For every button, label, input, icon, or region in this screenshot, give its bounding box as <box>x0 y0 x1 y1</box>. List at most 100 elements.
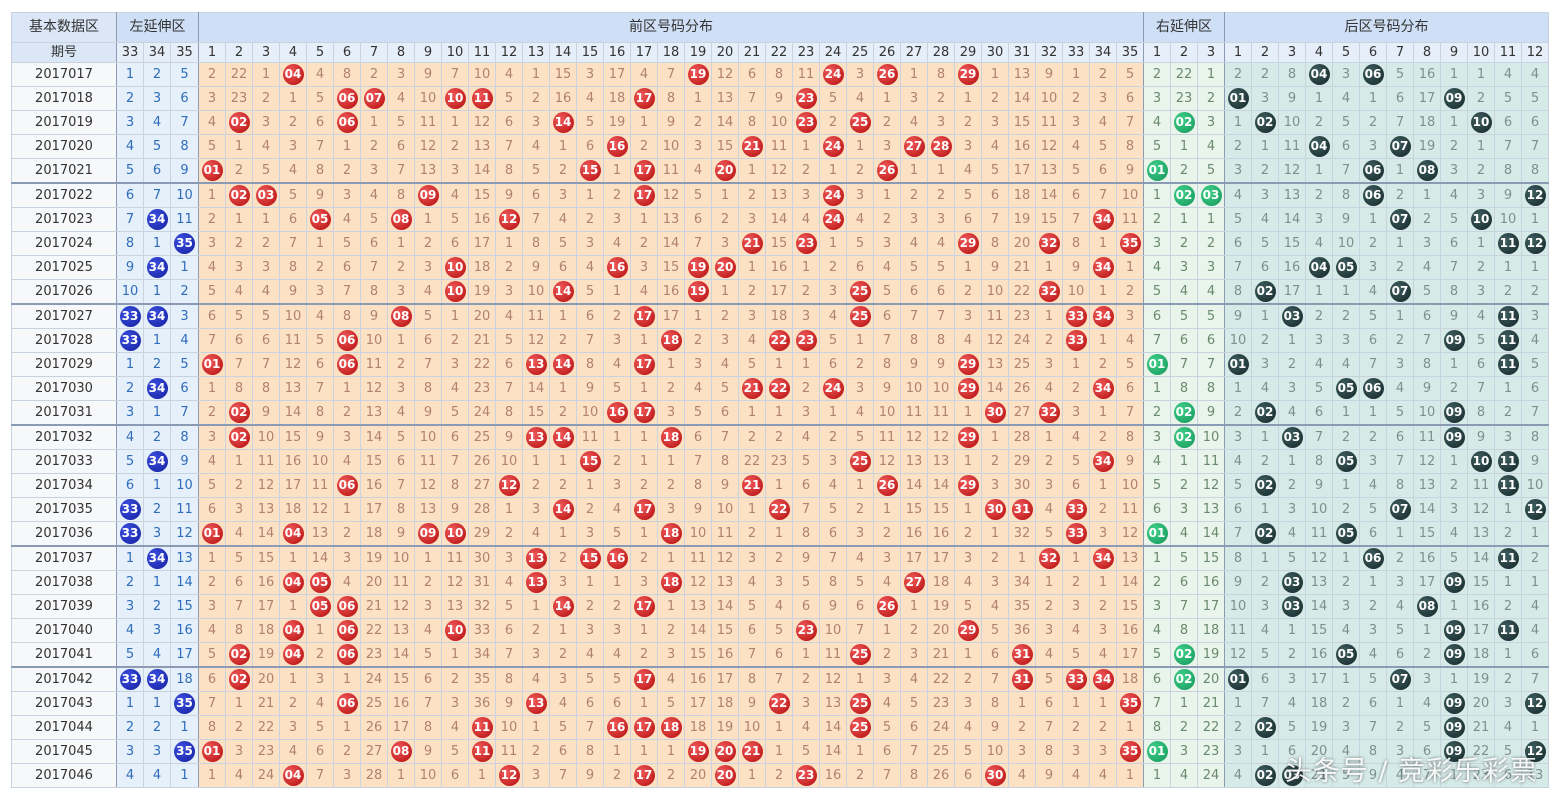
front-number-cell: 1 <box>792 642 820 668</box>
front-number-cell: 6 <box>846 255 874 280</box>
right-extension-cell: 6 <box>1170 570 1198 595</box>
back-number-cell: 3 <box>1278 666 1306 692</box>
left-extension-cell: 1 <box>116 62 144 87</box>
front-number-cell: 3 <box>360 158 388 184</box>
front-number-cell: 4 <box>522 521 550 547</box>
right-extension-cell: 3 <box>1170 497 1198 522</box>
drawn-number-ball: 05 <box>1335 644 1357 665</box>
front-number-cell: 4 <box>603 352 631 377</box>
front-number-cell: 1 <box>603 279 631 305</box>
drawn-number-ball: 13 <box>525 572 547 593</box>
back-number-cell: 06 <box>1359 376 1387 401</box>
front-number-cell: 17 <box>1116 642 1144 668</box>
drawn-number-ball: 09 <box>417 185 439 206</box>
front-number-cell: 13 <box>414 497 442 522</box>
drawn-number-ball: 21 <box>741 233 763 254</box>
front-number-cell: 2 <box>225 231 253 256</box>
right-extension-cell: 4 <box>1143 618 1171 643</box>
right-extension-cell: 02 <box>1170 400 1198 426</box>
back-number-cell: 3 <box>1413 666 1441 692</box>
front-number-cell: 3 <box>1035 473 1063 498</box>
front-number-cell: 10 <box>684 521 712 547</box>
front-number-cell: 1 <box>738 158 766 184</box>
front-number-cell: 9 <box>738 691 766 716</box>
front-number-cell: 3 <box>846 376 874 401</box>
front-number-cell: 12 <box>468 110 496 135</box>
period-cell: 2017031 <box>11 400 117 426</box>
drawn-number-ball: 13 <box>525 427 547 448</box>
front-number-cell: 5 <box>387 110 415 135</box>
front-number-cell: 3 <box>441 158 469 184</box>
front-number-cell: 11 <box>792 62 820 87</box>
front-number-cell: 1 <box>468 763 496 788</box>
drawn-number-ball: 10 <box>1470 112 1492 133</box>
back-number-cell: 2 <box>1251 449 1279 474</box>
front-number-cell: 3 <box>873 134 901 159</box>
back-number-cell: 14 <box>1413 497 1441 522</box>
front-number-cell: 1 <box>954 497 982 522</box>
drawn-number-ball: 06 <box>1362 160 1384 181</box>
front-number-cell: 14 <box>468 158 496 184</box>
front-number-cell: 6 <box>1035 691 1063 716</box>
front-number-cell: 3 <box>954 303 982 329</box>
front-number-cell: 19 <box>684 62 712 87</box>
drawn-number-ball: 10 <box>444 88 466 109</box>
front-number-cell: 22 <box>1008 279 1036 305</box>
front-number-cell: 4 <box>576 86 604 111</box>
front-number-cell: 5 <box>198 642 226 668</box>
front-number-cell: 13 <box>657 207 685 232</box>
front-number-cell: 11 <box>360 352 388 377</box>
back-number-cell: 02 <box>1251 400 1279 426</box>
drawn-number-ball: 25 <box>849 112 871 133</box>
left-extension-cell: 7 <box>170 400 199 426</box>
front-number-cell: 22 <box>225 62 253 87</box>
front-number-cell: 3 <box>576 231 604 256</box>
left-extension-cell: 34 <box>143 376 171 401</box>
back-number-cell: 2 <box>1251 62 1279 87</box>
right-extension-cell: 7 <box>1143 328 1171 353</box>
drawn-number-ball: 26 <box>876 64 898 85</box>
front-number-cell: 1 <box>333 666 361 692</box>
table-row: 2017039 3 2 15 3 7 17 1 05 06 21 12 3 13 32 5 1 14 2 2 17 1 13… <box>11 594 1549 619</box>
back-number-cell: 2 <box>1386 255 1414 280</box>
front-number-cell: 18 <box>657 328 685 353</box>
right-extension-cell: 1 <box>1197 62 1225 87</box>
back-number-cell: 5 <box>1521 86 1549 111</box>
drawn-number-ball: 17 <box>633 185 655 206</box>
front-number-cell: 7 <box>981 666 1009 692</box>
front-number-cell: 26 <box>873 594 901 619</box>
front-number-cell: 5 <box>495 594 523 619</box>
front-number-cell: 27 <box>468 473 496 498</box>
back-number-cell: 8 <box>1278 62 1306 87</box>
front-number-cell: 3 <box>603 328 631 353</box>
period-cell: 2017044 <box>11 715 117 740</box>
back-number-cell: 6 <box>1521 376 1549 401</box>
front-number-cell: 3 <box>765 570 793 595</box>
left-extension-cell: 8 <box>170 134 199 159</box>
front-number-cell: 1 <box>846 739 874 764</box>
front-number-cell: 10 <box>414 763 442 788</box>
back-number-cell: 4 <box>1521 62 1549 87</box>
front-number-cell: 17 <box>657 303 685 329</box>
front-number-cell: 2 <box>279 110 307 135</box>
back-number-cell: 15 <box>1305 618 1333 643</box>
front-number-cell: 2 <box>414 231 442 256</box>
front-number-cell: 14 <box>549 279 577 305</box>
front-number-cell: 7 <box>306 763 334 788</box>
front-number-cell: 5 <box>954 739 982 764</box>
front-number-cell: 4 <box>495 303 523 329</box>
back-number-cell: 4 <box>1278 691 1306 716</box>
front-number-cell: 3 <box>954 691 982 716</box>
drawn-number-ball: 05 <box>1335 451 1357 472</box>
period-cell: 2017032 <box>11 424 117 450</box>
front-number-cell: 04 <box>279 570 307 595</box>
front-number-cell: 5 <box>225 303 253 329</box>
drawn-number-ball: 24 <box>822 378 844 399</box>
drawn-number-ball: 02 <box>1173 427 1195 448</box>
front-number-cell: 6 <box>225 328 253 353</box>
back-number-cell: 4 <box>1278 400 1306 426</box>
back-number-cell: 02 <box>1251 279 1279 305</box>
back-number-cell: 09 <box>1440 86 1468 111</box>
front-number-cell: 14 <box>981 376 1009 401</box>
trend-body: 2017017 1 2 5 2 22 1 04 4 8 2 3 9 7 10 4 1 15 3 17 4 7 19 12 6 8 1… <box>11 62 1549 788</box>
